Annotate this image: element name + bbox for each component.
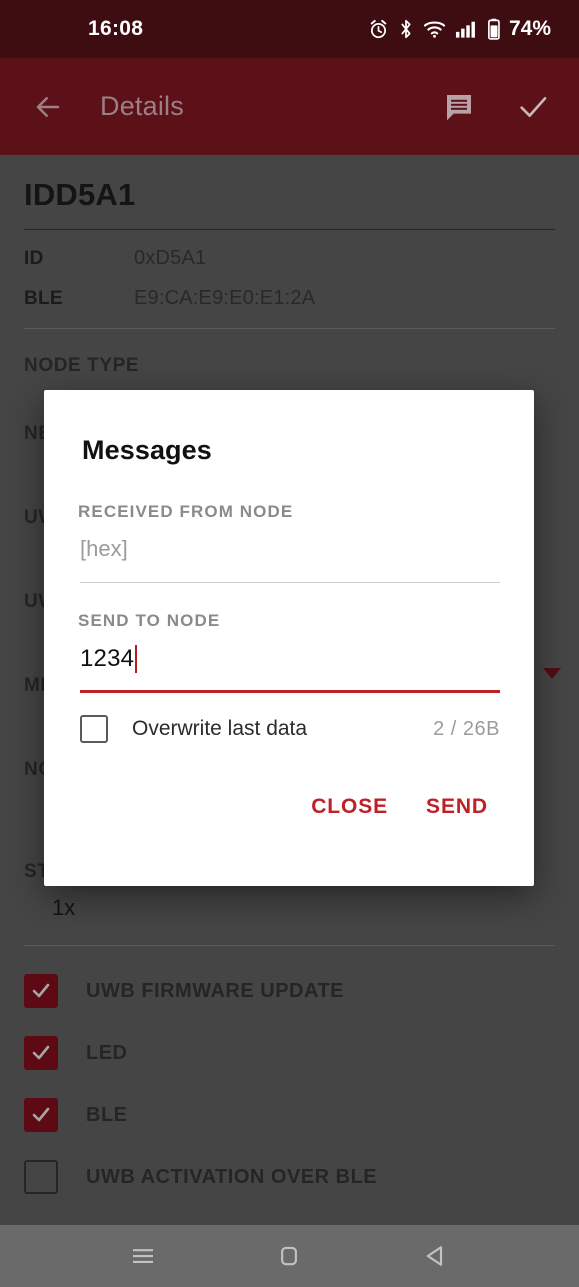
- checkbox-checked[interactable]: [24, 974, 58, 1008]
- alarm-icon: [368, 19, 389, 40]
- back-icon[interactable]: [406, 1226, 466, 1286]
- overwrite-last-data-label: Overwrite last data: [132, 717, 308, 740]
- checkbox-unchecked[interactable]: [24, 1160, 58, 1194]
- property-row-id: ID 0xD5A1: [24, 247, 555, 270]
- settings-divider: [24, 945, 555, 946]
- toggle-row-ble[interactable]: BLE: [24, 1098, 555, 1132]
- send-field-underline: [80, 690, 500, 693]
- title-divider: [24, 229, 555, 230]
- checkbox-checked[interactable]: [24, 1098, 58, 1132]
- status-bar: 16:08 74%: [0, 0, 579, 58]
- section-label-node-type: NODE TYPE: [24, 355, 140, 376]
- page-title: IDD5A1: [24, 177, 136, 212]
- messages-dialog: Messages RECEIVED FROM NODE [hex] SEND T…: [44, 390, 534, 886]
- back-arrow-icon[interactable]: [24, 83, 72, 131]
- toggle-row-uwb-firmware-update[interactable]: UWB FIRMWARE UPDATE: [24, 974, 555, 1008]
- toggle-label: UWB FIRMWARE UPDATE: [86, 979, 344, 1002]
- dialog-title: Messages: [82, 435, 212, 465]
- toggle-label: UWB ACTIVATION OVER BLE: [86, 1165, 378, 1188]
- battery-icon: [487, 18, 501, 40]
- send-to-node-label: SEND TO NODE: [78, 611, 221, 630]
- bluetooth-icon: [398, 18, 414, 40]
- app-bar: Details: [0, 58, 579, 155]
- properties-divider: [24, 328, 555, 329]
- confirm-check-icon[interactable]: [509, 83, 557, 131]
- property-row-ble: BLE E9:CA:E9:E0:E1:2A: [24, 287, 555, 310]
- text-caret: [135, 645, 138, 673]
- toggle-label: LED: [86, 1041, 128, 1064]
- dialog-actions: CLOSE SEND: [78, 785, 500, 829]
- status-clock: 16:08: [88, 17, 144, 40]
- send-button[interactable]: SEND: [414, 785, 500, 829]
- property-key: ID: [24, 248, 44, 269]
- toggle-row-led[interactable]: LED: [24, 1036, 555, 1070]
- overwrite-last-data-checkbox[interactable]: [80, 715, 108, 743]
- property-key: BLE: [24, 288, 63, 309]
- send-to-node-input[interactable]: 1234: [78, 645, 500, 673]
- received-from-node-input[interactable]: [hex]: [78, 536, 500, 562]
- property-value: 0xD5A1: [134, 247, 207, 269]
- battery-percentage: 74%: [508, 17, 551, 40]
- overwrite-last-data-row[interactable]: Overwrite last data 2 / 26B: [78, 715, 500, 743]
- recents-icon[interactable]: [113, 1226, 173, 1286]
- cellular-signal-icon: [455, 19, 478, 39]
- toggle-label: BLE: [86, 1103, 128, 1126]
- status-icons: 74%: [368, 17, 551, 41]
- messages-icon[interactable]: [435, 83, 483, 131]
- stationary-update-rate-value[interactable]: 1x: [24, 895, 555, 921]
- received-from-node-label: RECEIVED FROM NODE: [78, 502, 294, 521]
- checkbox-checked[interactable]: [24, 1036, 58, 1070]
- phone-screen: IDD5A1 ID 0xD5A1 BLE E9:CA:E9:E0:E1:2A N…: [0, 0, 579, 1287]
- android-nav-bar: [0, 1225, 579, 1287]
- character-counter: 2 / 26B: [433, 717, 500, 740]
- home-icon[interactable]: [259, 1226, 319, 1286]
- dropdown-caret-icon: [543, 668, 561, 679]
- toggle-row-uwb-activation-over-ble[interactable]: UWB ACTIVATION OVER BLE: [24, 1160, 555, 1194]
- send-to-node-value: 1234: [80, 645, 135, 672]
- wifi-icon: [423, 19, 446, 39]
- property-value: E9:CA:E9:E0:E1:2A: [134, 287, 316, 309]
- app-bar-title: Details: [100, 91, 184, 121]
- close-button[interactable]: CLOSE: [299, 785, 400, 829]
- received-field-underline: [80, 582, 500, 583]
